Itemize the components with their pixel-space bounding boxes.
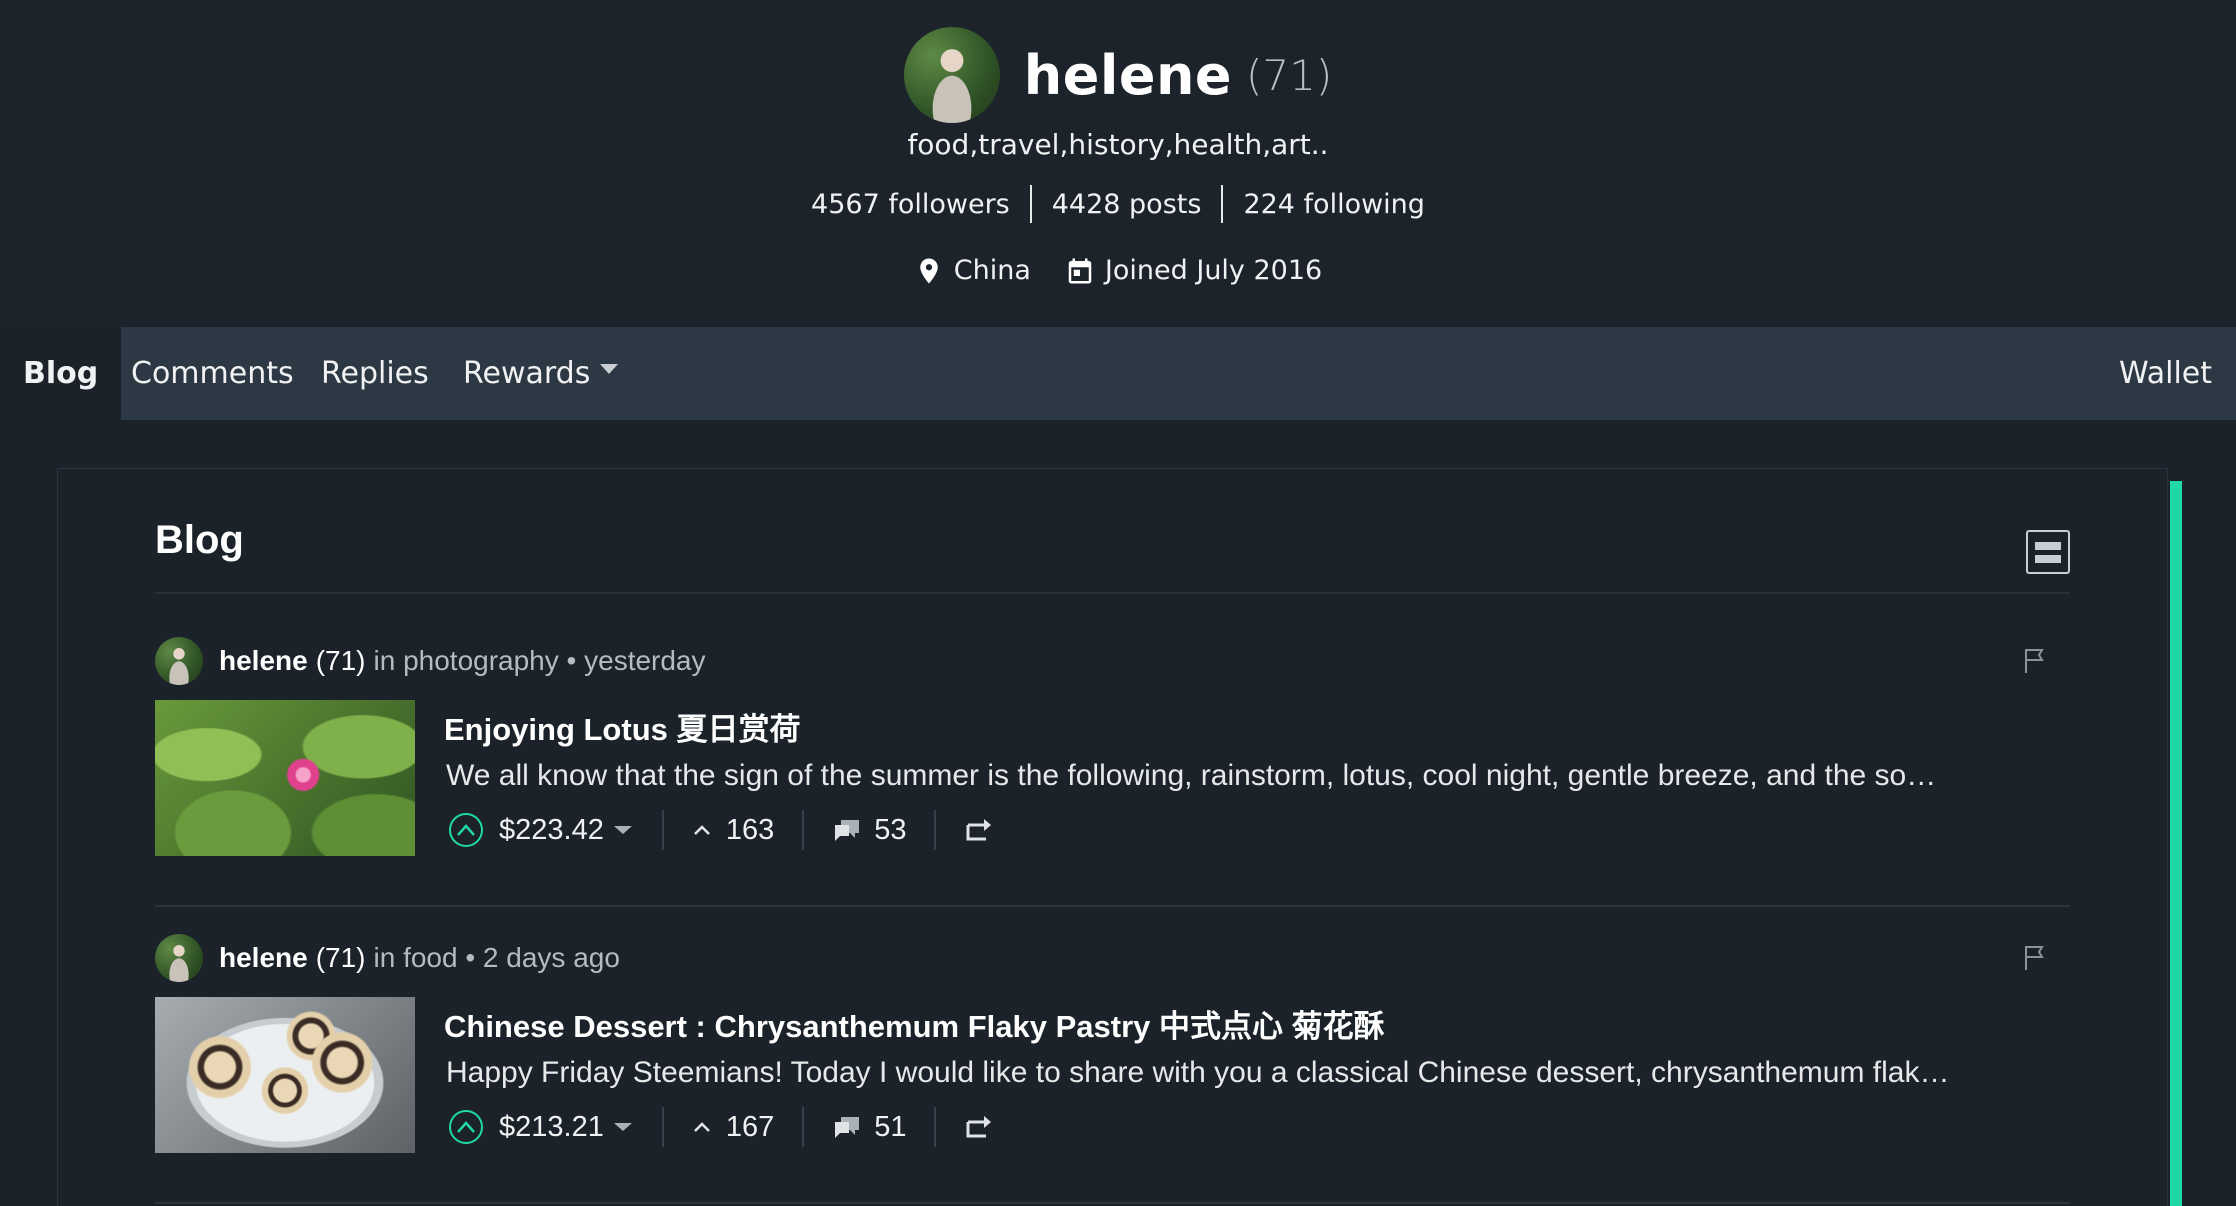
calendar-icon [1065, 256, 1095, 286]
post-thumbnail[interactable] [155, 700, 415, 856]
profile-reputation: (71) [1246, 50, 1333, 100]
footer-divider [802, 1107, 805, 1147]
profile-avatar[interactable] [903, 27, 1000, 123]
chevron-up-icon [692, 823, 712, 837]
tab-blog[interactable]: Blog [0, 327, 122, 420]
post-item: helene (71) in photography • yesterday E… [155, 637, 2070, 907]
post-header: helene (71) in photography • yesterday [155, 637, 706, 685]
comments-count: 51 [874, 1110, 907, 1143]
post-thumbnail[interactable] [155, 997, 415, 1153]
post-payout[interactable]: $223.42 [499, 814, 634, 847]
profile-nav: Blog Comments Replies Rewards Wallet [0, 327, 2236, 420]
upvote-icon[interactable] [449, 1110, 483, 1144]
reblog-icon[interactable] [964, 1114, 994, 1140]
footer-divider [661, 1107, 664, 1147]
post-author[interactable]: helene [219, 645, 308, 677]
profile-name-row: helene (71) [0, 25, 2236, 125]
payout-value: $213.21 [499, 1110, 604, 1143]
post-item: helene (71) in food • 2 days ago Chinese… [155, 934, 2070, 1204]
post-excerpt[interactable]: Happy Friday Steemians! Today I would li… [446, 1056, 2046, 1090]
post-header: helene (71) in food • 2 days ago [155, 934, 620, 982]
flag-icon[interactable] [2022, 944, 2048, 972]
post-title[interactable]: Enjoying Lotus 夏日赏荷 [444, 704, 801, 749]
scroll-accent-bar[interactable] [2170, 481, 2182, 1206]
post-divider [155, 1202, 2070, 1204]
footer-divider [661, 810, 664, 850]
footer-divider [934, 810, 937, 850]
chevron-down-icon [600, 363, 619, 374]
location-pin-icon [914, 256, 944, 286]
author-avatar[interactable] [155, 637, 203, 685]
tab-rewards-label: Rewards [463, 356, 591, 391]
caret-down-icon [613, 1123, 632, 1131]
author-avatar[interactable] [155, 934, 203, 982]
location-text: China [953, 255, 1031, 286]
reblog-icon[interactable] [964, 817, 994, 843]
post-footer: $223.42 163 53 [449, 805, 994, 855]
votes-count: 163 [725, 813, 775, 846]
post-author-reputation: (71) [315, 942, 366, 973]
tab-rewards[interactable]: Rewards [463, 327, 619, 420]
profile-stats: 4567 followers 4428 posts 224 following [0, 185, 2236, 223]
tab-comments[interactable]: Comments [131, 327, 294, 420]
following-count[interactable]: 224 following [1223, 189, 1445, 220]
followers-count[interactable]: 4567 followers [791, 189, 1030, 220]
joined-text: Joined July 2016 [1104, 255, 1323, 286]
blog-heading: Blog [155, 518, 244, 562]
profile-meta: China Joined July 2016 [0, 255, 2236, 286]
post-divider [155, 905, 2070, 907]
profile-about: food,travel,history,health,art.. [907, 128, 1329, 161]
profile-header: helene (71) food,travel,history,health,a… [0, 0, 2236, 327]
comments-count: 53 [874, 813, 907, 846]
comments-icon [832, 1113, 862, 1141]
footer-divider [802, 810, 805, 850]
post-comments[interactable]: 53 [832, 814, 906, 847]
caret-down-icon [613, 826, 632, 834]
profile-joined: Joined July 2016 [1065, 255, 1322, 286]
post-meta[interactable]: in food • 2 days ago [374, 942, 620, 974]
posts-count: 4428 posts [1051, 188, 1202, 220]
post-votes[interactable]: 163 [692, 814, 774, 847]
post-author[interactable]: helene [219, 942, 308, 974]
votes-count: 167 [725, 1110, 775, 1143]
heading-divider [155, 592, 2070, 594]
post-footer: $213.21 167 51 [449, 1102, 994, 1152]
post-comments[interactable]: 51 [832, 1111, 906, 1144]
upvote-icon[interactable] [449, 813, 483, 847]
chevron-up-icon [692, 1120, 712, 1134]
footer-divider [934, 1107, 937, 1147]
post-payout[interactable]: $213.21 [499, 1111, 634, 1144]
layout-toggle-icon[interactable] [2026, 530, 2070, 574]
comments-icon [832, 816, 862, 844]
tab-wallet[interactable]: Wallet [2119, 327, 2212, 420]
payout-value: $223.42 [499, 813, 604, 846]
profile-location: China [914, 255, 1031, 286]
flag-icon[interactable] [2022, 647, 2048, 675]
post-excerpt[interactable]: We all know that the sign of the summer … [446, 759, 2046, 793]
post-votes[interactable]: 167 [692, 1111, 774, 1144]
post-meta[interactable]: in photography • yesterday [374, 645, 706, 677]
post-title[interactable]: Chinese Dessert : Chrysanthemum Flaky Pa… [444, 1001, 1385, 1046]
profile-name: helene [1023, 43, 1233, 107]
tab-replies[interactable]: Replies [321, 327, 429, 420]
post-author-reputation: (71) [315, 645, 366, 676]
